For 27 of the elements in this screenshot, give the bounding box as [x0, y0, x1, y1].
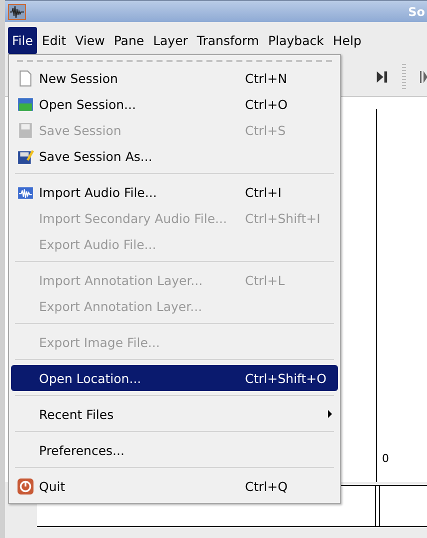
skip-end-icon[interactable]	[375, 70, 388, 84]
window-title: So	[408, 4, 425, 18]
menu-bar-item[interactable]: File	[8, 26, 37, 54]
waveform-icon	[8, 4, 26, 20]
power-icon	[16, 478, 34, 494]
menu-item[interactable]: Save Session As...	[11, 143, 338, 169]
menu-bar-item[interactable]: View	[71, 26, 109, 54]
menu-item[interactable]: Import Audio File... Ctrl+I	[11, 179, 338, 205]
floppy-pencil-icon	[16, 148, 34, 164]
menu-bar-item[interactable]: Help	[328, 26, 366, 54]
menu-item[interactable]: Preferences...	[11, 437, 338, 463]
menu-bar-item[interactable]: Transform	[192, 26, 264, 54]
menu-bar-item[interactable]: Edit	[38, 26, 70, 54]
menu-item[interactable]: Open Session... Ctrl+O	[11, 91, 338, 117]
menu-item[interactable]: Quit Ctrl+Q	[11, 473, 338, 499]
menu-item[interactable]: Open Location... Ctrl+Shift+O	[11, 365, 338, 391]
toolbar-grip[interactable]	[402, 64, 406, 90]
menu-item[interactable]: Recent Files	[11, 401, 338, 427]
menu-bar-item[interactable]: Pane	[110, 26, 148, 54]
folder-icon	[16, 96, 34, 112]
document-icon	[16, 70, 34, 86]
menu-item[interactable]: New Session Ctrl+N	[11, 65, 338, 91]
submenu-arrow-icon	[328, 410, 332, 418]
menu-bar-item[interactable]: Layer	[149, 26, 192, 54]
scale-label: 0	[382, 452, 389, 465]
play-icon[interactable]	[420, 70, 427, 84]
menu-bar-item[interactable]: Playback	[264, 26, 328, 54]
